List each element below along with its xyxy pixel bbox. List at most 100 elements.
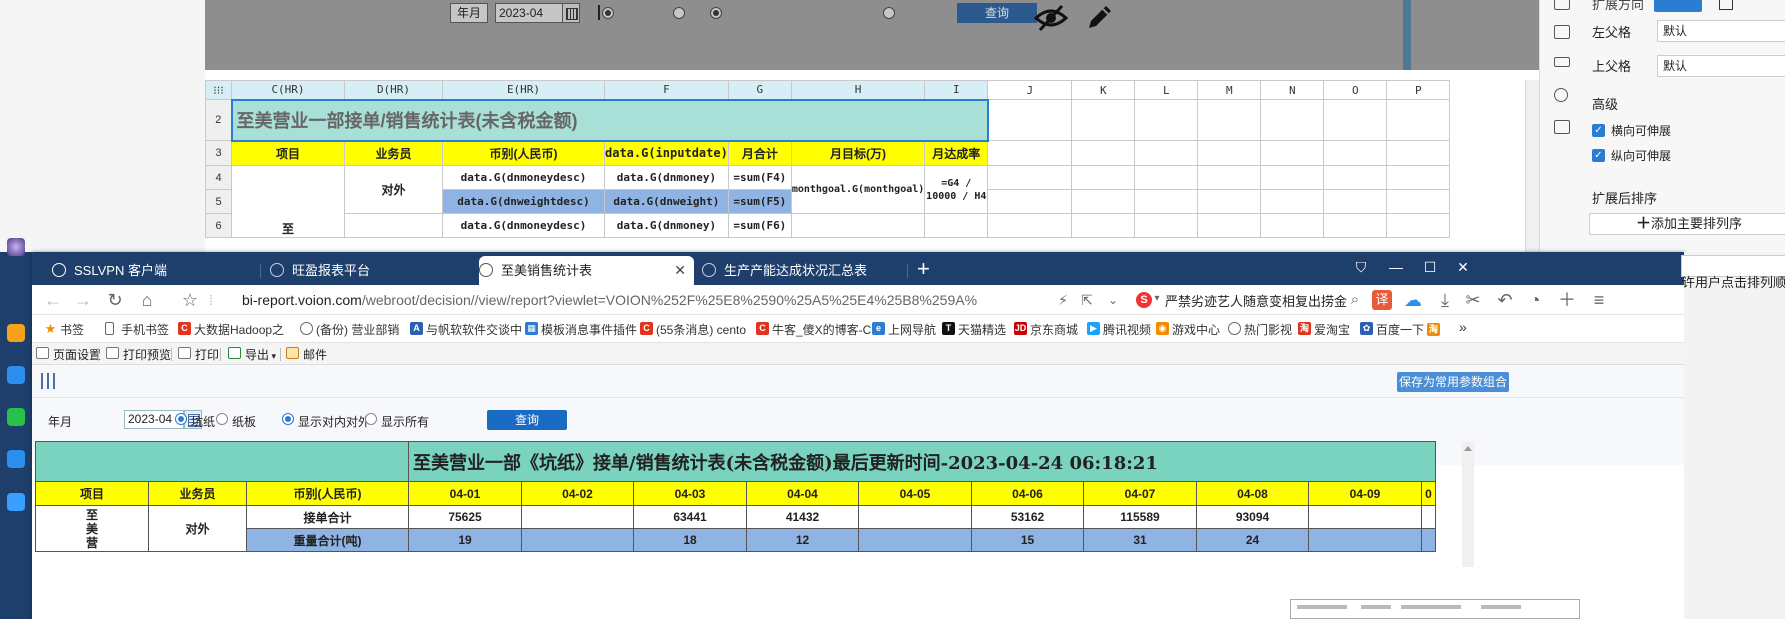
minimize-icon[interactable]: — xyxy=(1379,252,1413,282)
designer-calendar-icon[interactable] xyxy=(562,3,580,23)
grid-cell[interactable]: data.G(dnweightdesc) xyxy=(442,189,605,214)
col-header[interactable]: C(HR) xyxy=(231,80,345,100)
wechat-icon[interactable] xyxy=(7,408,25,426)
col-header[interactable]: L xyxy=(1134,80,1199,100)
grid-cell[interactable] xyxy=(924,213,989,238)
tool-icon[interactable] xyxy=(1554,0,1570,10)
grid-cell[interactable] xyxy=(987,213,1073,238)
undo-icon[interactable]: ↶ xyxy=(1494,289,1516,311)
col-header[interactable]: M xyxy=(1197,80,1262,100)
col-header[interactable]: O xyxy=(1323,80,1388,100)
header-cell[interactable]: 业务员 xyxy=(344,140,443,166)
tab-sslvpn[interactable]: SSLVPN 客户端 xyxy=(52,256,252,285)
h-expand-checkbox[interactable]: ✓ xyxy=(1592,124,1605,137)
grid-cell[interactable] xyxy=(1386,165,1451,190)
bookmark-item[interactable]: ▶ 腾讯视频 xyxy=(1087,321,1151,338)
forward-icon[interactable]: → xyxy=(72,289,94,311)
col-header[interactable]: P xyxy=(1386,80,1451,100)
grid-cell[interactable] xyxy=(1260,99,1325,141)
col-header[interactable]: J xyxy=(987,80,1073,100)
col-header[interactable]: D(HR) xyxy=(344,80,443,100)
grid-cell[interactable]: data.G(dnweight) xyxy=(604,189,729,214)
grid-cell[interactable] xyxy=(1260,189,1325,214)
avatar-icon[interactable] xyxy=(7,238,25,256)
row-number[interactable]: 2 xyxy=(205,99,232,141)
app-orange-icon[interactable] xyxy=(7,324,25,342)
top-parent-select[interactable]: 默认 xyxy=(1657,55,1785,77)
grid-cell[interactable] xyxy=(1386,213,1451,238)
grid-cell[interactable] xyxy=(344,213,443,238)
radio-show-internal[interactable] xyxy=(282,413,294,425)
grid-cell[interactable]: data.G(dnmoney) xyxy=(604,165,729,190)
designer-scrollbar[interactable] xyxy=(1525,80,1539,252)
grid-cell[interactable] xyxy=(1323,189,1388,214)
grid-cell[interactable] xyxy=(1260,140,1325,166)
header-cell[interactable]: 月目标(万) xyxy=(790,140,926,166)
col-header[interactable]: I xyxy=(924,80,989,100)
grid-cell[interactable] xyxy=(1386,140,1451,166)
col-header[interactable]: H xyxy=(790,80,926,100)
grid-cell[interactable] xyxy=(1071,189,1136,214)
filter-sliders-icon[interactable] xyxy=(40,373,56,389)
grid-cell[interactable] xyxy=(1197,213,1262,238)
grid-cell[interactable]: data.G(dnmoneydesc) xyxy=(442,165,605,190)
radio-show-all[interactable] xyxy=(365,413,377,425)
app-blue-icon[interactable] xyxy=(7,450,25,468)
scissors-icon[interactable]: ✂ xyxy=(1462,289,1484,311)
grid-cell[interactable] xyxy=(1386,189,1451,214)
add-sort-button[interactable]: ＋添加主要排列序 xyxy=(1589,213,1785,235)
designer-radio-3[interactable] xyxy=(710,7,722,19)
grid-cell[interactable] xyxy=(790,213,926,238)
edit-pencil-icon[interactable] xyxy=(1085,2,1115,38)
cloud-icon[interactable] xyxy=(7,493,25,511)
radio-paper-a[interactable] xyxy=(175,413,187,425)
translate-icon[interactable]: 译 xyxy=(1372,290,1392,310)
grid-cell[interactable] xyxy=(1197,189,1262,214)
clock-icon[interactable] xyxy=(7,366,25,384)
v-expand-checkbox[interactable]: ✓ xyxy=(1592,149,1605,162)
grid-cell[interactable] xyxy=(1323,213,1388,238)
download-icon[interactable]: ⤓ xyxy=(1434,289,1456,311)
row-number[interactable]: 3 xyxy=(205,140,232,166)
grid-cell[interactable] xyxy=(1323,165,1388,190)
header-cell[interactable]: data.G(inputdate) xyxy=(604,140,729,166)
taskbar-thumbnail[interactable] xyxy=(1290,599,1580,619)
bookmark-item[interactable]: T 天猫精选 xyxy=(942,321,1006,338)
grid-cell[interactable] xyxy=(1071,165,1136,190)
bookmark-star-icon[interactable]: ☆ xyxy=(179,289,201,311)
designer-query-button[interactable]: 查询 xyxy=(957,3,1037,23)
grid-cell[interactable] xyxy=(1134,213,1199,238)
report-scrollbar[interactable] xyxy=(1462,442,1474,567)
grid-cell[interactable] xyxy=(1134,189,1199,214)
grid-cell[interactable] xyxy=(1134,99,1199,141)
row-number[interactable]: 5 xyxy=(205,189,232,214)
col-header[interactable]: F xyxy=(604,80,729,100)
grid-cell[interactable] xyxy=(1071,140,1136,166)
header-cell[interactable]: 项目 xyxy=(231,140,345,166)
grid-cell[interactable]: data.G(dnmoney) xyxy=(604,213,729,238)
home-icon[interactable]: ⌂ xyxy=(136,289,158,311)
back-icon[interactable]: ← xyxy=(42,289,64,311)
bookmark-item[interactable]: ★ 书签 xyxy=(44,321,84,338)
grid-cell[interactable] xyxy=(987,165,1073,190)
radio-paper-b[interactable] xyxy=(216,413,228,425)
grid-cell[interactable] xyxy=(987,140,1073,166)
bookmark-item[interactable]: JD 京东商城 xyxy=(1014,321,1078,338)
grid-cell[interactable]: =sum(F6) xyxy=(727,213,792,238)
grid-cell[interactable] xyxy=(1197,140,1262,166)
col-header[interactable]: K xyxy=(1071,80,1136,100)
grid-cell[interactable] xyxy=(1323,99,1388,141)
flash-icon[interactable]: ⚡ xyxy=(1052,289,1074,311)
bookmark-item[interactable]: e 上网导航 xyxy=(872,321,936,338)
grid-cell[interactable] xyxy=(987,99,1073,141)
reload-icon[interactable]: ↻ xyxy=(104,289,126,311)
designer-title-cell[interactable]: 至美营业一部接单/销售统计表(未含税金额) xyxy=(230,98,989,142)
grid-cell[interactable] xyxy=(1197,165,1262,190)
close-window-icon[interactable]: ✕ xyxy=(1446,252,1480,282)
history-icon[interactable]: ◔ xyxy=(1524,289,1546,311)
grid-cell[interactable] xyxy=(1071,99,1136,141)
close-tab-icon[interactable]: ✕ xyxy=(674,256,686,285)
bookmark-item[interactable]: C (55条消息) cento xyxy=(640,321,746,338)
bookmark-item[interactable]: 手机书签 xyxy=(105,321,169,338)
save-params-button[interactable]: 保存为常用参数组合 xyxy=(1397,372,1509,392)
